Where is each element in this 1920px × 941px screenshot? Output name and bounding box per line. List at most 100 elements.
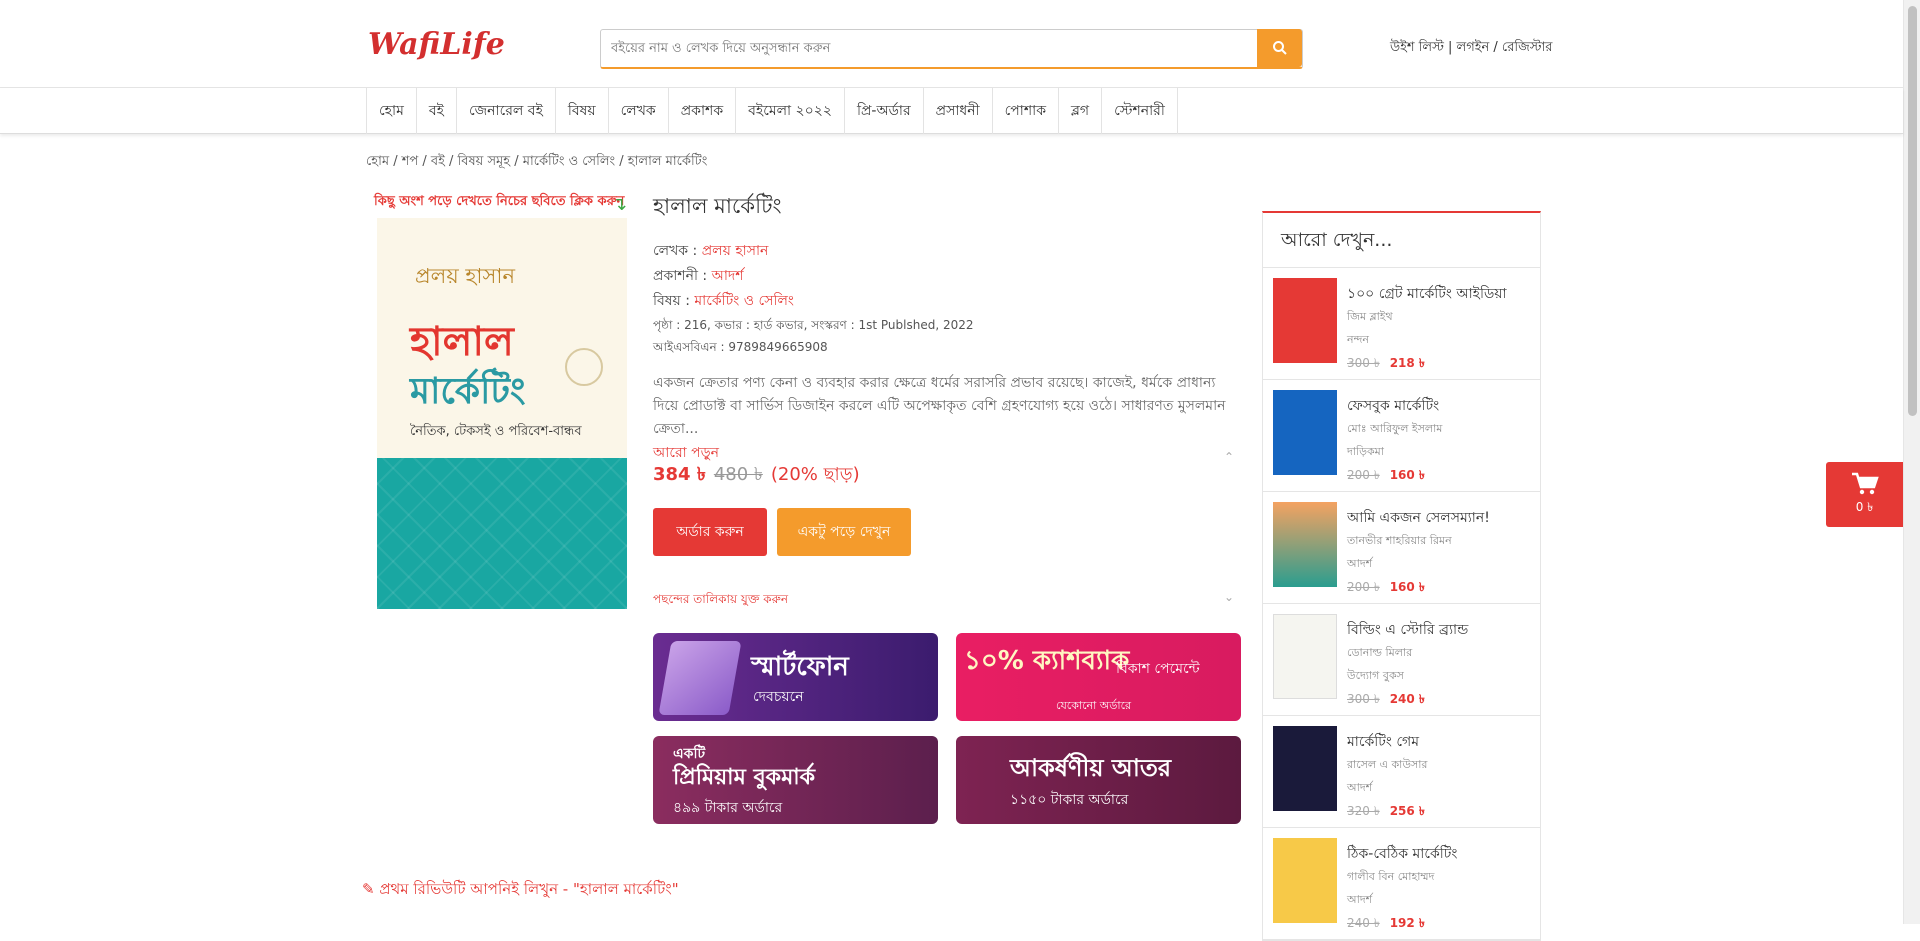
book-thumb[interactable] [1273,278,1337,363]
site-logo[interactable]: WafiLife [368,16,505,72]
related-new-price: 160 ৳ [1389,468,1425,482]
publisher-link[interactable]: আদর্শ [712,268,744,284]
review-text: প্রথম রিভিউটি আপনিই লিখুন - "হালাল মার্ক… [379,880,679,898]
product-description: একজন ক্রেতার পণ্য কেনা ও ব্যবহার করার ক্… [653,375,1226,437]
nav-item-authors[interactable]: লেখক [607,88,668,134]
nav-item-stationery[interactable]: স্টেশনারী [1101,88,1178,134]
cover-author: প্রলয় হাসান [415,264,515,288]
nav-item-blog[interactable]: ব্লগ [1058,88,1101,134]
related-title[interactable]: ১০০ গ্রেট মার্কেটিং আইডিয়া [1347,282,1537,306]
related-item[interactable]: মার্কেটিং গেম রাসেল এ কাউসার আদর্শ 320 ৳… [1263,716,1540,828]
related-title[interactable]: ফেসবুক মার্কেটিং [1347,394,1537,418]
book-thumb[interactable] [1273,726,1337,811]
related-publisher: আদর্শ [1347,557,1373,570]
old-price: 480 ৳ [713,464,763,485]
book-cover[interactable]: প্রলয় হাসান হালাল মার্কেটিং নৈতিক, টেকস… [377,218,627,609]
nav-item-pre-order[interactable]: প্রি-অর্ডার [843,88,923,134]
order-button[interactable]: অর্ডার করুন [653,508,767,556]
related-price: 200 ৳ 160 ৳ [1347,579,1425,599]
arrow-down-icon: ↴ [612,194,628,215]
author-link[interactable]: প্রলয় হাসান [702,243,769,259]
read-preview-button[interactable]: একটু পড়ে দেখুন [777,508,911,556]
related-old-price: 300 ৳ [1347,692,1380,706]
subject-row: বিষয় : মার্কেটিং ও সেলিং [653,289,1243,314]
discount-badge: (20% ছাড়) [770,464,860,485]
related-title[interactable]: আমি একজন সেলসম্যান! [1347,506,1537,530]
search-button[interactable] [1257,29,1302,67]
page-scrollbar[interactable] [1903,0,1920,924]
banner-sub: বিকাশ পেমেন্টে [1116,661,1200,677]
edit-icon: ✎ [362,880,380,898]
banner-sub: ৪৯৯ টাকার অর্ডারে [673,800,783,816]
related-author: গালীব বিন মোহাম্মদ [1347,870,1435,883]
related-title[interactable]: মার্কেটিং গেম [1347,730,1537,754]
book-thumb[interactable] [1273,838,1337,923]
related-new-price: 192 ৳ [1389,916,1425,930]
sidebar-heading: আরো দেখুন... [1263,213,1540,268]
related-old-price: 240 ৳ [1347,916,1380,930]
preview-hint: কিছু অংশ পড়ে দেখতে নিচের ছবিতে ক্লিক কর… [374,194,625,209]
bookmark-banner[interactable]: একটি প্রিমিয়াম বুকমার্ক ৪৯৯ টাকার অর্ডা… [653,736,938,824]
banner-title: স্মার্টফোন [751,652,849,682]
search-input[interactable] [601,30,1257,67]
breadcrumb[interactable]: হোম / শপ / বই / বিষয় সমূহ / মার্কেটিং ও… [366,152,707,173]
nav-item-books[interactable]: বই [415,88,456,134]
related-price: 300 ৳ 218 ৳ [1347,355,1425,375]
current-price: 384 ৳ [653,464,706,485]
cashback-banner[interactable]: ১০% ক্যাশব্যাক বিকাশ পেমেন্টে যেকোনো অর্… [956,633,1241,721]
product-info: হালাল মার্কেটিং লেখক : প্রলয় হাসান প্রক… [653,190,1243,465]
product-details: পৃষ্ঠা : 216, কভার : হার্ড কভার, সংস্করণ… [653,318,974,332]
related-new-price: 240 ৳ [1389,692,1425,706]
product-isbn: আইএসবিএন : 9789849665908 [653,340,828,354]
banner-title: ১০% ক্যাশব্যাক [964,646,1130,676]
related-author: রাসেল এ কাউসার [1347,758,1428,771]
related-new-price: 160 ৳ [1389,580,1425,594]
related-publisher: নন্দন [1347,333,1369,346]
nav-item-clothing[interactable]: পোশাক [991,88,1058,134]
related-sidebar: আরো দেখুন... ১০০ গ্রেট মার্কেটিং আইডিয়া… [1262,211,1541,941]
search-icon [1272,41,1287,55]
site-header: WafiLife উইশ লিস্ট | লগইন / রেজিস্টার [0,0,1903,88]
nav-item-book-fair[interactable]: বইমেলা ২০২২ [735,88,844,134]
floating-cart-button[interactable]: 0 ৳ [1826,462,1903,527]
smartphone-banner[interactable]: স্মার্টফোন দেবচয়নে [653,633,938,721]
nav-item-subjects[interactable]: বিষয় [554,88,608,134]
book-thumb[interactable] [1273,390,1337,475]
nav-item-general-books[interactable]: জেনারেল বই [455,88,555,134]
nav-item-publishers[interactable]: প্রকাশক [667,88,735,134]
product-title: হালাল মার্কেটিং [653,194,782,218]
banner-title: প্রিমিয়াম বুকমার্ক [673,765,816,790]
related-price: 240 ৳ 192 ৳ [1347,915,1425,935]
phone-graphic [658,641,742,715]
related-item[interactable]: ঠিক-বেঠিক মার্কেটিং গালীব বিন মোহাম্মদ আ… [1263,828,1540,940]
related-item[interactable]: বিল্ডিং এ স্টোরি ব্র্যান্ড ডোনাল্ড মিলার… [1263,604,1540,716]
nav-item-cosmetics[interactable]: প্রসাধনী [922,88,992,134]
related-item[interactable]: ফেসবুক মার্কেটিং মোঃ আরিফুল ইসলাম দাড়িক… [1263,380,1540,492]
author-row: লেখক : প্রলয় হাসান [653,239,1243,264]
cover-title-line2: মার্কেটিং [410,370,526,412]
related-item[interactable]: ১০০ গ্রেট মার্কেটিং আইডিয়া জিম ব্লাইথ ন… [1263,268,1540,380]
related-title[interactable]: ঠিক-বেঠিক মার্কেটিং [1347,842,1537,866]
related-publisher: উদ্যোগ বুকস [1347,669,1404,682]
attar-banner[interactable]: আকর্ষণীয় আতর ১১৫০ টাকার অর্ডারে [956,736,1241,824]
chevron-up-icon[interactable]: ⌃ [1224,450,1234,464]
related-title[interactable]: বিল্ডিং এ স্টোরি ব্র্যান্ড [1347,618,1537,642]
logo-text: WafiLife [368,26,505,62]
subject-link[interactable]: মার্কেটিং ও সেলিং [694,293,794,309]
write-review-link[interactable]: ✎ প্রথম রিভিউটি আপনিই লিখুন - "হালাল মার… [362,878,679,903]
add-to-wishlist-link[interactable]: পছন্দের তালিকায় যুক্ত করুন [653,591,788,611]
cart-total: 0 ৳ [1855,499,1874,514]
related-publisher: আদর্শ [1347,893,1373,906]
chevron-down-icon[interactable]: ⌄ [1224,590,1234,604]
related-author: জিম ব্লাইথ [1347,310,1393,323]
related-item[interactable]: আমি একজন সেলসম্যান! তানভীর শাহরিয়ার রিম… [1263,492,1540,604]
nav-item-home[interactable]: হোম [366,88,416,134]
scrollbar-thumb[interactable] [1908,6,1917,416]
book-thumb[interactable] [1273,614,1337,699]
user-links[interactable]: উইশ লিস্ট | লগইন / রেজিস্টার [1390,38,1552,59]
cover-top: প্রলয় হাসান হালাল মার্কেটিং নৈতিক, টেকস… [377,218,627,458]
book-thumb[interactable] [1273,502,1337,587]
related-price: 200 ৳ 160 ৳ [1347,467,1425,487]
related-publisher: আদর্শ [1347,781,1373,794]
related-price: 300 ৳ 240 ৳ [1347,691,1425,711]
